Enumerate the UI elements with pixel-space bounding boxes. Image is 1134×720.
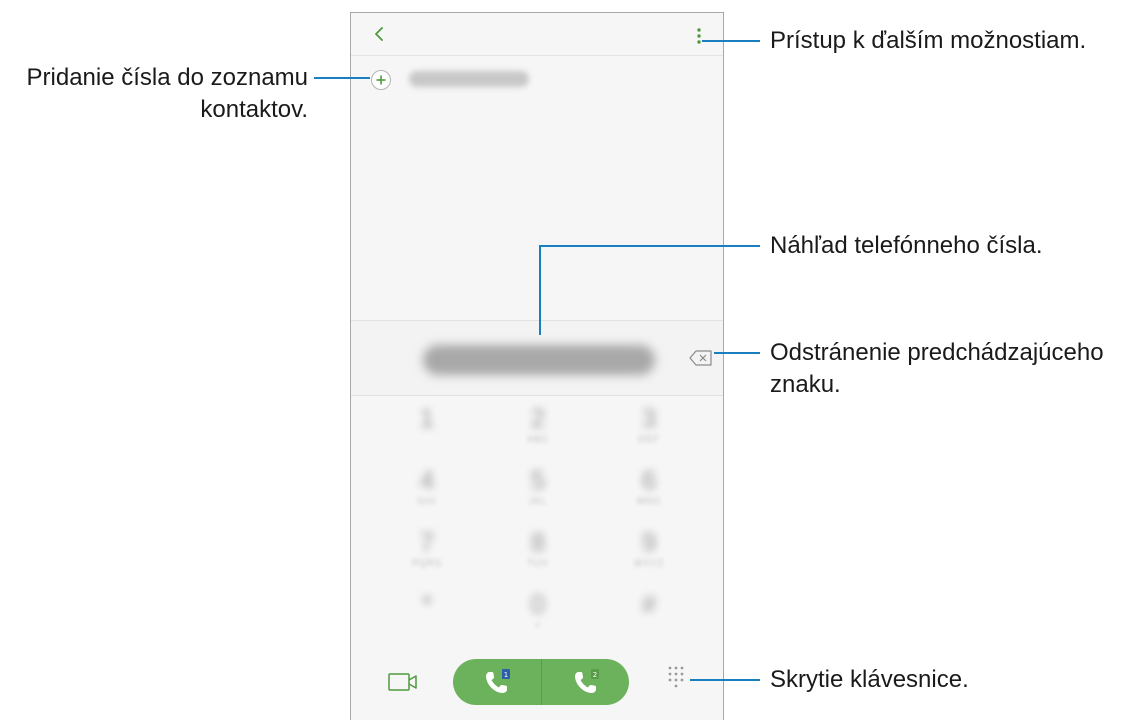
- key-digit: 0: [530, 589, 546, 619]
- dialpad-key-7[interactable]: 7 PQRS: [397, 527, 457, 583]
- dialpad-key-2[interactable]: 2 ABC: [508, 403, 568, 459]
- dialpad-key-hash[interactable]: #: [619, 589, 679, 645]
- key-digit: *: [421, 589, 433, 619]
- callout-delete-char-line2: znaku.: [770, 371, 841, 398]
- dialpad-grid-icon[interactable]: [666, 665, 690, 693]
- dialpad-key-9[interactable]: 9 WXYZ: [619, 527, 679, 583]
- dialer-bottom-bar: 1 2: [351, 649, 723, 720]
- video-call-icon[interactable]: [387, 669, 419, 695]
- dialpad: 1 2 ABC 3 DEF 4 GHI 5 JKL 6 MNO 7 PQRS 8 TUV 9W…: [351, 395, 723, 645]
- key-letters: GHI: [417, 496, 437, 506]
- key-letters: MNO: [637, 496, 661, 506]
- key-letters: ABC: [527, 434, 549, 444]
- key-digit: 2: [530, 403, 546, 433]
- key-digit: 9: [641, 527, 657, 557]
- dialpad-key-3[interactable]: 3 DEF: [619, 403, 679, 459]
- key-digit: 5: [530, 465, 546, 495]
- key-letters: WXYZ: [634, 558, 664, 568]
- phone-dialer-screen: 1 2 ABC 3 DEF 4 GHI 5 JKL 6 MNO 7 PQRS 8 TUV 9W…: [350, 12, 724, 720]
- key-letters: PQRS: [412, 558, 442, 568]
- dialpad-key-4[interactable]: 4 GHI: [397, 465, 457, 521]
- key-digit: 1: [419, 403, 435, 433]
- key-digit: 7: [419, 527, 435, 557]
- key-letters: DEF: [638, 434, 660, 444]
- key-digit: 6: [641, 465, 657, 495]
- call-sim2-button[interactable]: 2: [541, 659, 629, 705]
- key-digit: 8: [530, 527, 546, 557]
- manual-illustration: 1 2 ABC 3 DEF 4 GHI 5 JKL 6 MNO 7 PQRS 8 TUV 9W…: [0, 0, 1134, 720]
- app-toolbar: [351, 13, 723, 56]
- add-contact-icon[interactable]: [370, 69, 392, 91]
- dialpad-key-5[interactable]: 5 JKL: [508, 465, 568, 521]
- dialpad-key-1[interactable]: 1: [397, 403, 457, 459]
- callout-more-options: Prístup k ďalším možnostiam.: [770, 27, 1087, 54]
- key-digit: #: [641, 589, 657, 619]
- dialpad-key-6[interactable]: 6 MNO: [619, 465, 679, 521]
- call-buttons: 1 2: [453, 659, 629, 705]
- callout-delete-char-line1: Odstránenie predchádzajúceho: [770, 339, 1104, 366]
- phone-handset-icon: 2: [575, 669, 599, 693]
- chevron-left-icon[interactable]: [369, 23, 389, 45]
- key-letters: +: [534, 620, 542, 630]
- phone-handset-icon: 1: [486, 669, 510, 693]
- dialpad-key-8[interactable]: 8 TUV: [508, 527, 568, 583]
- dialpad-key-star[interactable]: *: [397, 589, 457, 645]
- number-preview-area: [351, 320, 723, 396]
- key-letters: TUV: [527, 558, 549, 568]
- key-digit: 4: [419, 465, 435, 495]
- call-sim1-button[interactable]: 1: [453, 659, 541, 705]
- key-letters: JKL: [528, 496, 548, 506]
- sim2-badge: 2: [593, 671, 597, 679]
- key-digit: 3: [641, 403, 657, 433]
- callout-number-preview: Náhľad telefónneho čísla.: [770, 232, 1043, 259]
- dialpad-key-0[interactable]: 0 +: [508, 589, 568, 645]
- phone-number-display: [423, 345, 655, 375]
- sim1-badge: 1: [504, 671, 508, 679]
- more-options-icon[interactable]: [693, 27, 705, 45]
- backspace-icon[interactable]: [689, 349, 713, 367]
- callout-add-contact-line1: Pridanie čísla do zoznamu: [26, 64, 308, 91]
- callout-add-contact-line2: kontaktov.: [200, 96, 308, 123]
- callout-hide-keypad: Skrytie klávesnice.: [770, 666, 969, 693]
- contact-suggestion-blurred: [409, 71, 529, 87]
